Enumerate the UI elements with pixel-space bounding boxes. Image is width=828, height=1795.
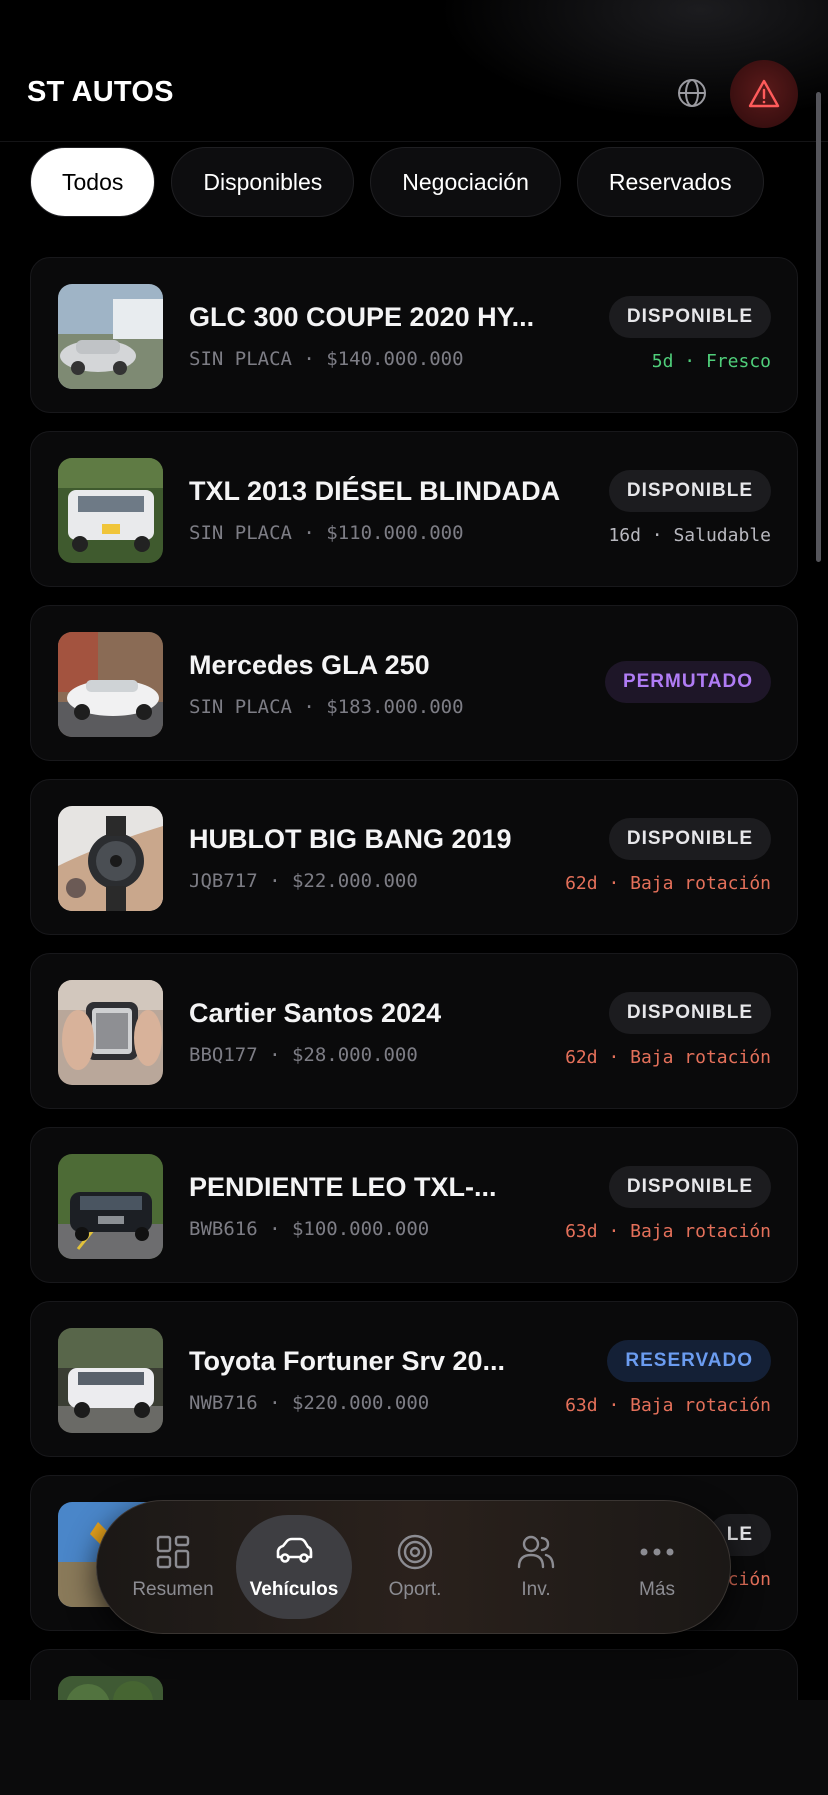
status-badge: PERMUTADO [604,661,771,703]
tab-vehiculos[interactable]: Vehículos [236,1515,352,1619]
vehicle-photo [58,806,163,911]
age-indicator: 5d · Fresco [651,351,771,372]
age-indicator: 62d · Baja rotación [565,1047,771,1068]
vehicle-photo [58,980,163,1085]
bottom-tab-bar: Resumen Vehículos Oport. Inv. Más [96,1500,731,1634]
tab-oportunidades[interactable]: Oport. [357,1515,473,1619]
vehicle-photo [58,1154,163,1259]
vehicle-photo [58,1676,163,1700]
top-header: ST AUTOS [0,0,828,142]
vehicle-card[interactable]: PENDIENTE LEO TXL-... BWB616 · $100.000.… [30,1127,798,1283]
status-badge: DISPONIBLE [608,992,771,1034]
vehicle-photo [58,1328,163,1433]
tab-mas[interactable]: Más [599,1515,715,1619]
vehicle-plate-price: BWB616 · $100.000.000 [189,1218,430,1240]
globe-icon[interactable] [675,76,709,110]
status-badge: DISPONIBLE [608,470,771,512]
status-badge: DISPONIBLE [608,1166,771,1208]
vehicle-card[interactable]: Mercedes GLA 250 SIN PLACA · $183.000.00… [30,605,798,761]
vehicle-plate-price: BBQ177 · $28.000.000 [189,1044,418,1066]
filter-reservados[interactable]: Reservados [576,147,764,217]
vehicle-card[interactable]: GLC 300 COUPE 2020 HY... SIN PLACA · $14… [30,257,798,413]
filter-negociacion[interactable]: Negociación [370,147,561,217]
warning-triangle-icon [748,79,780,108]
vehicle-title: Cartier Santos 2024 [189,998,442,1028]
app-screen: ST AUTOS Todos Disponibles Negociación R… [0,0,828,1700]
vehicle-title: TXL 2013 DIÉSEL BLINDADA [189,476,561,506]
vehicle-title: HUBLOT BIG BANG 2019 [189,824,512,854]
tab-label: Vehículos [249,1579,339,1600]
vehicle-card[interactable]: TXL 2013 DIÉSEL BLINDADA SIN PLACA · $11… [30,431,798,587]
status-badge: DISPONIBLE [608,818,771,860]
vehicle-plate-price: SIN PLACA · $110.000.000 [189,522,464,544]
target-icon [397,1534,433,1570]
filter-chips: Todos Disponibles Negociación Reservados [30,147,764,217]
vehicle-photo [58,632,163,737]
vehicle-title: PENDIENTE LEO TXL-... [189,1172,497,1202]
status-badge: RESERVADO [607,1340,771,1382]
vehicle-title: Toyota Fortuner Srv 20... [189,1346,506,1376]
grid-icon [156,1535,190,1569]
filter-todos[interactable]: Todos [30,147,156,217]
vehicle-card[interactable]: Cartier Santos 2024 BBQ177 · $28.000.000… [30,953,798,1109]
age-indicator: 63d · Baja rotación [565,1395,771,1416]
tab-label: Oport. [388,1579,442,1600]
vehicle-title: Mercedes GLA 250 [189,650,430,680]
users-icon [517,1535,555,1569]
age-indicator: 16d · Saludable [608,525,771,546]
tab-label: Resumen [132,1579,214,1600]
vehicle-plate-price: NWB716 · $220.000.000 [189,1392,430,1414]
bottom-safe-area [0,1700,828,1795]
more-dots-icon [640,1548,674,1556]
vehicle-card[interactable] [30,1649,798,1700]
alert-button[interactable] [730,60,798,128]
scrollbar[interactable] [816,92,821,562]
vehicle-plate-price: JQB717 · $22.000.000 [189,870,418,892]
status-badge: DISPONIBLE [608,296,771,338]
tab-resumen[interactable]: Resumen [115,1515,231,1619]
vehicle-card[interactable]: HUBLOT BIG BANG 2019 JQB717 · $22.000.00… [30,779,798,935]
vehicle-plate-price: SIN PLACA · $140.000.000 [189,348,464,370]
vehicle-list: GLC 300 COUPE 2020 HY... SIN PLACA · $14… [30,257,798,1700]
tab-label: Más [639,1579,675,1600]
car-icon [276,1537,313,1563]
filter-disponibles[interactable]: Disponibles [171,147,355,217]
vehicle-photo [58,458,163,563]
vehicle-photo [58,284,163,389]
vehicle-card[interactable]: Toyota Fortuner Srv 20... NWB716 · $220.… [30,1301,798,1457]
age-indicator: 63d · Baja rotación [565,1221,771,1242]
vehicle-title: GLC 300 COUPE 2020 HY... [189,302,535,332]
vehicle-plate-price: SIN PLACA · $183.000.000 [189,696,464,718]
tab-label: Inv. [521,1579,551,1600]
age-indicator: 62d · Baja rotación [565,873,771,894]
age-indicator: ción [727,1569,771,1590]
app-title: ST AUTOS [27,76,174,108]
tab-inversionistas[interactable]: Inv. [478,1515,594,1619]
